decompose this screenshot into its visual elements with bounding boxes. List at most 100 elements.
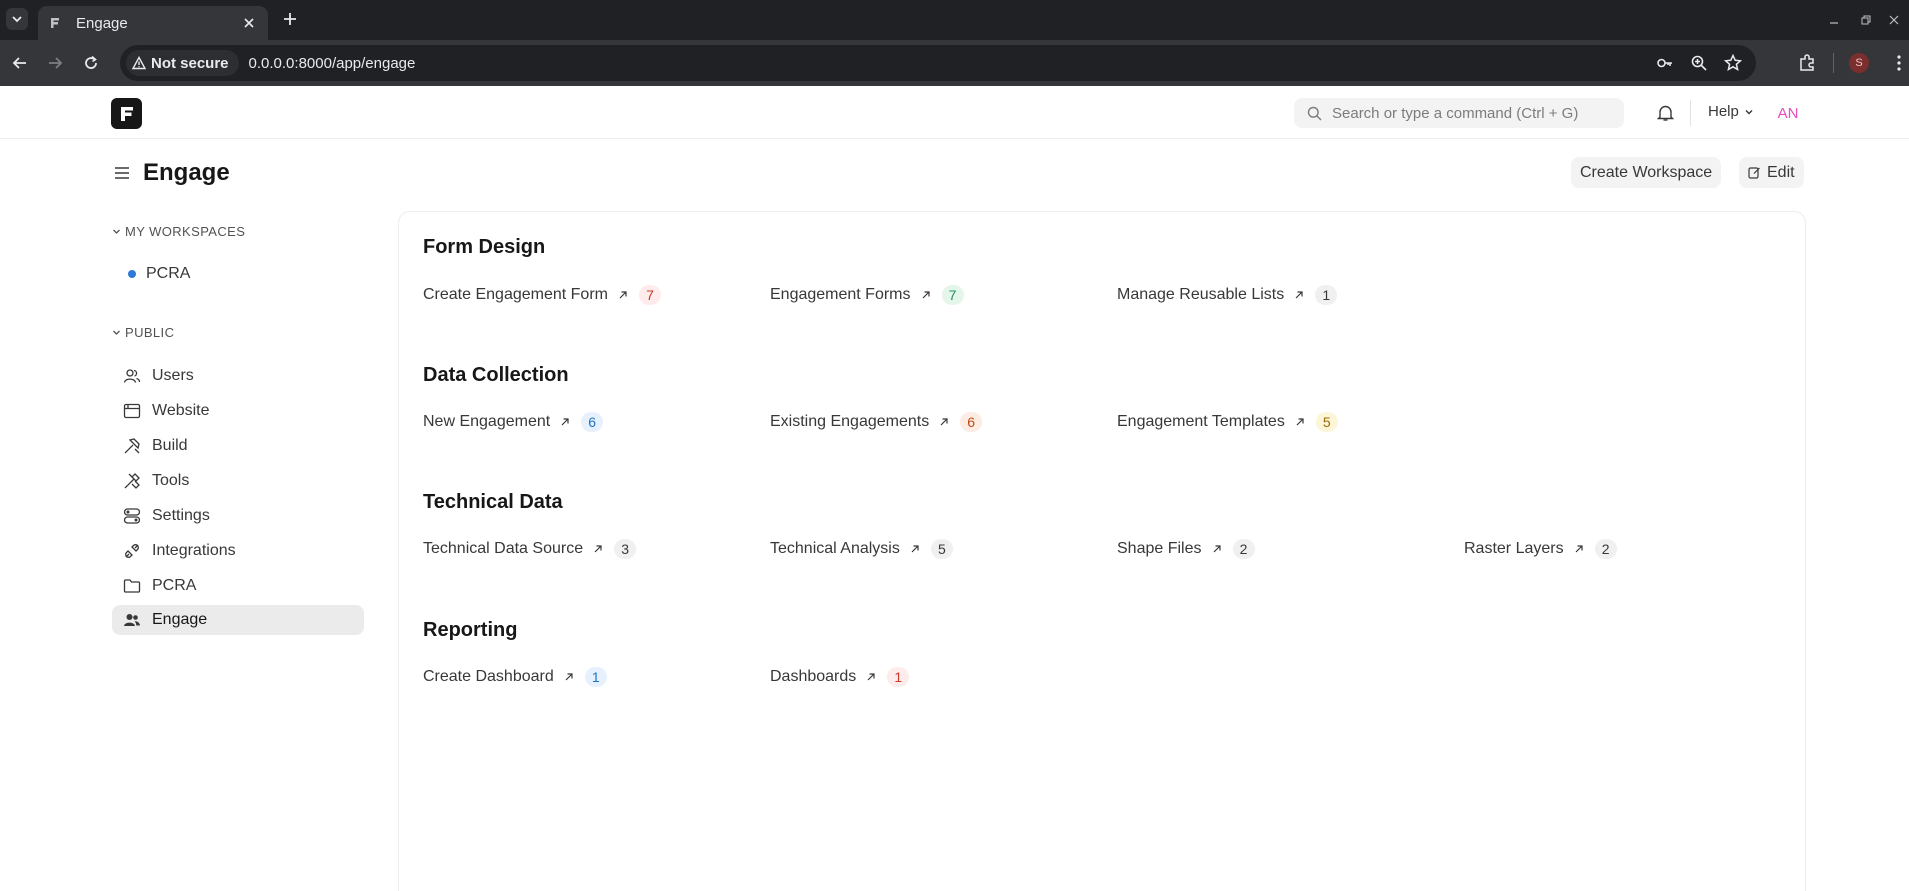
public-header[interactable]: PUBLIC xyxy=(112,325,174,340)
url-text[interactable]: 0.0.0.0:8000/app/engage xyxy=(249,55,416,72)
website-icon xyxy=(122,401,142,421)
arrow-up-right-icon xyxy=(865,671,877,683)
link-engagement-forms[interactable]: Engagement Forms 7 xyxy=(770,284,964,306)
sidebar-item-engage[interactable]: Engage xyxy=(112,605,364,635)
kebab-menu-icon[interactable] xyxy=(1894,52,1904,74)
forward-button[interactable] xyxy=(44,52,66,74)
build-icon xyxy=(122,436,142,456)
omnibox-actions xyxy=(1654,52,1744,74)
help-label: Help xyxy=(1708,103,1739,120)
close-icon[interactable] xyxy=(240,14,258,32)
arrow-up-right-icon xyxy=(920,289,932,301)
link-engagement-templates[interactable]: Engagement Templates 5 xyxy=(1117,411,1338,433)
bookmark-star-icon[interactable] xyxy=(1722,52,1744,74)
arrow-up-right-icon xyxy=(1211,543,1223,555)
link-technical-data-source[interactable]: Technical Data Source 3 xyxy=(423,538,637,560)
sidebar-item-website[interactable]: Website xyxy=(112,396,364,426)
link-label: Existing Engagements xyxy=(770,413,930,430)
create-workspace-button[interactable]: Create Workspace xyxy=(1571,157,1722,188)
new-tab-button[interactable] xyxy=(280,9,300,29)
people-icon xyxy=(122,610,142,630)
link-label: Shape Files xyxy=(1117,540,1202,557)
count-badge: 5 xyxy=(930,539,953,559)
toolbar-divider xyxy=(1833,53,1834,73)
sidebar-item-label: Integrations xyxy=(152,542,236,559)
password-key-icon[interactable] xyxy=(1654,52,1676,74)
search-input[interactable] xyxy=(1332,104,1612,122)
awesomebar-search[interactable] xyxy=(1294,98,1624,128)
help-dropdown[interactable]: Help xyxy=(1708,103,1754,120)
tools-icon xyxy=(122,471,142,491)
sidebar-item-pcra-private[interactable]: PCRA xyxy=(112,259,364,289)
sidebar-toggle-icon[interactable] xyxy=(113,164,131,182)
link-create-dashboard[interactable]: Create Dashboard 1 xyxy=(423,666,607,688)
link-label: Create Engagement Form xyxy=(423,286,608,303)
browser-tabstrip: Engage xyxy=(0,0,1909,40)
integrations-icon xyxy=(122,541,142,561)
my-workspaces-header[interactable]: MY WORKSPACES xyxy=(112,224,245,239)
reload-button[interactable] xyxy=(80,52,102,74)
frappe-logo[interactable] xyxy=(111,98,142,129)
link-technical-analysis[interactable]: Technical Analysis 5 xyxy=(770,538,953,560)
search-icon xyxy=(1307,106,1322,120)
sidebar-item-integrations[interactable]: Integrations xyxy=(112,536,364,566)
link-manage-reusable-lists[interactable]: Manage Reusable Lists 1 xyxy=(1117,284,1338,306)
sidebar-item-users[interactable]: Users xyxy=(112,361,364,391)
group-title-form-design: Form Design xyxy=(423,236,546,258)
edit-icon xyxy=(1748,167,1760,179)
my-workspaces-label: MY WORKSPACES xyxy=(125,224,246,239)
count-badge: 5 xyxy=(1315,412,1338,432)
count-badge: 2 xyxy=(1232,539,1255,559)
restore-icon xyxy=(1861,15,1871,25)
back-button[interactable] xyxy=(9,52,31,74)
restore-button[interactable] xyxy=(1856,10,1876,30)
sidebar-item-tools[interactable]: Tools xyxy=(112,466,364,496)
zoom-icon[interactable] xyxy=(1688,52,1710,74)
link-existing-engagements[interactable]: Existing Engagements 6 xyxy=(770,411,983,433)
arrow-up-right-icon xyxy=(1573,543,1585,555)
arrow-up-right-icon xyxy=(563,671,575,683)
link-raster-layers[interactable]: Raster Layers 2 xyxy=(1464,538,1617,560)
link-label: Engagement Forms xyxy=(770,286,911,303)
sidebar-item-build[interactable]: Build xyxy=(112,431,364,461)
app-navbar: Help AN xyxy=(0,86,1909,139)
count-badge: 6 xyxy=(960,412,983,432)
users-icon xyxy=(122,366,142,386)
edit-button[interactable]: Edit xyxy=(1739,157,1804,188)
public-label: PUBLIC xyxy=(125,325,175,340)
browser-profile-avatar[interactable]: S xyxy=(1849,53,1869,73)
group-title-data-collection: Data Collection xyxy=(423,364,569,386)
count-badge: 2 xyxy=(1594,539,1617,559)
arrow-left-icon xyxy=(12,57,26,69)
sidebar-item-pcra[interactable]: PCRA xyxy=(112,571,364,601)
minimize-button[interactable] xyxy=(1824,10,1844,30)
count-badge: 1 xyxy=(584,667,607,687)
count-badge: 1 xyxy=(887,667,910,687)
tab-search-button[interactable] xyxy=(6,8,28,30)
link-label: Manage Reusable Lists xyxy=(1117,286,1285,303)
link-label: Technical Data Source xyxy=(423,540,584,557)
link-shape-files[interactable]: Shape Files 2 xyxy=(1117,538,1255,560)
browser-tab[interactable]: Engage xyxy=(38,6,268,40)
user-avatar[interactable]: AN xyxy=(1774,101,1802,125)
window-close-button[interactable] xyxy=(1884,10,1904,30)
link-dashboards[interactable]: Dashboards 1 xyxy=(770,666,910,688)
count-badge: 7 xyxy=(638,285,661,305)
workspace-dot-icon xyxy=(128,270,136,278)
sidebar-item-settings[interactable]: Settings xyxy=(112,501,364,531)
notifications-bell-icon[interactable] xyxy=(1655,103,1675,123)
security-chip[interactable]: Not secure xyxy=(126,50,239,76)
tab-title: Engage xyxy=(76,14,128,32)
link-label: Create Dashboard xyxy=(423,668,554,685)
extensions-icon[interactable] xyxy=(1796,52,1818,74)
sidebar-item-label: Users xyxy=(152,367,194,384)
page-title: Engage xyxy=(143,159,230,186)
folder-icon xyxy=(122,576,142,596)
link-create-engagement-form[interactable]: Create Engagement Form 7 xyxy=(423,284,661,306)
link-label: Engagement Templates xyxy=(1117,413,1285,430)
omnibox[interactable]: Not secure 0.0.0.0:8000/app/engage xyxy=(120,45,1756,81)
link-new-engagement[interactable]: New Engagement 6 xyxy=(423,411,604,433)
settings-icon xyxy=(122,506,142,526)
link-label: Raster Layers xyxy=(1464,540,1564,557)
arrow-up-right-icon xyxy=(559,416,571,428)
